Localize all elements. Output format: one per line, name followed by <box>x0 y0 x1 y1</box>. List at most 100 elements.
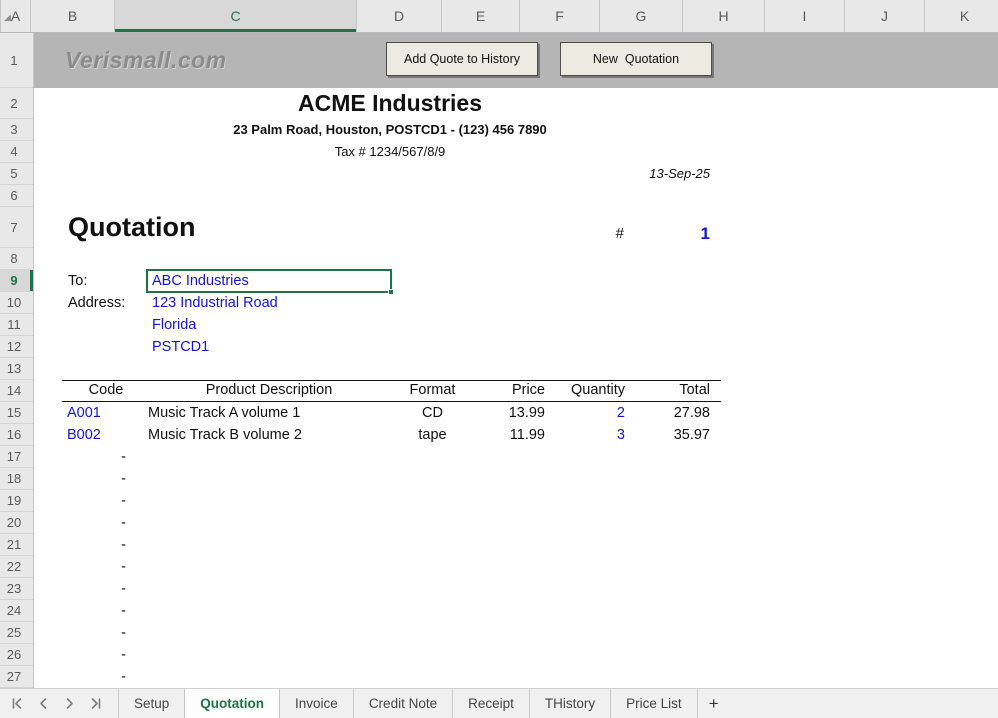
row-header[interactable]: 5 <box>0 163 33 185</box>
table-header-cell[interactable]: Product Description <box>148 381 390 401</box>
column-header[interactable]: D <box>357 0 442 32</box>
sheet-tab[interactable]: THistory <box>530 689 611 718</box>
row-header[interactable]: 10 <box>0 292 33 314</box>
column-header[interactable]: G <box>600 0 683 32</box>
new-quotation-button[interactable]: New Quotation <box>560 42 712 76</box>
row-header[interactable]: 7 <box>0 207 33 248</box>
description-cell[interactable]: Music Track B volume 2 <box>148 424 390 446</box>
total-placeholder-cell[interactable]: - <box>64 446 148 468</box>
first-sheet-icon[interactable] <box>11 697 24 710</box>
row-header[interactable]: 26 <box>0 644 33 666</box>
sheet-tab[interactable]: Invoice <box>280 689 354 718</box>
row-header[interactable]: 24 <box>0 600 33 622</box>
spreadsheet-app: ◢ A B C D E F G H I J K 1 2 <box>0 0 998 718</box>
table-body: A001 Music Track A volume 1 CD 13.99 2 2… <box>62 402 721 446</box>
sheet-tab[interactable]: Credit Note <box>354 689 453 718</box>
description-cell[interactable]: Music Track A volume 1 <box>148 402 390 424</box>
fill-handle[interactable] <box>388 289 394 295</box>
sheet-tab[interactable]: Quotation <box>185 689 280 718</box>
customer-name-cell[interactable]: ABC Industries <box>148 270 398 292</box>
row-header[interactable]: 19 <box>0 490 33 512</box>
select-all-corner[interactable]: ◢ <box>0 0 1 32</box>
row-header[interactable]: 9 <box>0 270 33 292</box>
next-sheet-icon[interactable] <box>63 697 76 710</box>
table-row-empty: - <box>62 446 721 468</box>
column-header[interactable]: F <box>520 0 600 32</box>
sheet-tab[interactable]: Receipt <box>453 689 530 718</box>
total-placeholder-cell[interactable]: - <box>64 622 148 644</box>
sheet-tab[interactable]: Price List <box>611 689 698 718</box>
row-header[interactable]: 16 <box>0 424 33 446</box>
row-header[interactable]: 14 <box>0 380 33 402</box>
column-header[interactable]: I <box>765 0 845 32</box>
total-placeholder-cell[interactable]: - <box>64 534 148 556</box>
column-header[interactable]: J <box>845 0 925 32</box>
row-header[interactable]: 8 <box>0 248 33 270</box>
previous-sheet-icon[interactable] <box>37 697 50 710</box>
sheet-tab[interactable]: Setup <box>119 689 185 718</box>
row-header[interactable]: 6 <box>0 185 33 207</box>
row-header[interactable]: 17 <box>0 446 33 468</box>
total-placeholder-cell[interactable]: - <box>64 512 148 534</box>
price-cell[interactable]: 11.99 <box>475 424 553 446</box>
row-header[interactable]: 11 <box>0 314 33 336</box>
column-header[interactable]: B <box>31 0 115 32</box>
code-cell[interactable]: B002 <box>64 424 148 446</box>
table-row-empty: - <box>62 622 721 644</box>
table-header-cell[interactable]: Price <box>475 381 553 401</box>
quantity-cell[interactable]: 3 <box>553 424 633 446</box>
table-header-cell[interactable]: Code <box>64 381 148 401</box>
table-header-cell[interactable]: Total <box>633 381 716 401</box>
column-header[interactable]: H <box>683 0 765 32</box>
tax-number-cell[interactable]: Tax # 1234/567/8/9 <box>64 141 716 163</box>
format-cell[interactable]: CD <box>390 402 475 424</box>
quantity-cell[interactable]: 2 <box>553 402 633 424</box>
total-placeholder-cell[interactable]: - <box>64 600 148 622</box>
row-header[interactable]: 23 <box>0 578 33 600</box>
column-header[interactable]: E <box>442 0 520 32</box>
row-header[interactable]: 18 <box>0 468 33 490</box>
column-header[interactable]: C <box>115 0 357 32</box>
total-placeholder-cell[interactable]: - <box>64 490 148 512</box>
column-header[interactable]: K <box>925 0 998 32</box>
total-placeholder-cell[interactable]: - <box>64 468 148 490</box>
customer-address2-cell[interactable]: Florida <box>148 314 398 336</box>
row-header[interactable]: 21 <box>0 534 33 556</box>
table-header-cell[interactable]: Format <box>390 381 475 401</box>
row-header[interactable]: 27 <box>0 666 33 688</box>
company-address-cell[interactable]: 23 Palm Road, Houston, POSTCD1 - (123) 4… <box>64 119 716 141</box>
row-header[interactable]: 12 <box>0 336 33 358</box>
last-sheet-icon[interactable] <box>89 697 102 710</box>
row-header[interactable]: 25 <box>0 622 33 644</box>
quote-number-label-cell[interactable]: # <box>553 223 633 245</box>
customer-address1-cell[interactable]: 123 Industrial Road <box>148 292 398 314</box>
total-placeholder-cell[interactable]: - <box>64 666 148 688</box>
row-header[interactable]: 4 <box>0 141 33 163</box>
row-header[interactable]: 22 <box>0 556 33 578</box>
price-cell[interactable]: 13.99 <box>475 402 553 424</box>
quote-number-value-cell[interactable]: 1 <box>633 222 716 246</box>
row-header[interactable]: 1 <box>0 33 33 88</box>
company-name-cell[interactable]: ACME Industries <box>64 88 716 119</box>
customer-address3-cell[interactable]: PSTCD1 <box>148 336 398 358</box>
row-header[interactable]: 3 <box>0 119 33 141</box>
total-placeholder-cell[interactable]: - <box>64 578 148 600</box>
code-cell[interactable]: A001 <box>64 402 148 424</box>
total-placeholder-cell[interactable]: - <box>64 556 148 578</box>
total-cell[interactable]: 27.98 <box>633 402 716 424</box>
row-header[interactable]: 13 <box>0 358 33 380</box>
table-header-cell[interactable]: Quantity <box>553 381 633 401</box>
to-label-cell[interactable]: To: <box>68 270 146 292</box>
row-header[interactable]: 20 <box>0 512 33 534</box>
quotation-title-cell[interactable]: Quotation <box>68 207 195 248</box>
address-label-cell[interactable]: Address: <box>68 292 146 314</box>
add-sheet-button[interactable]: + <box>698 689 730 718</box>
total-cell[interactable]: 35.97 <box>633 424 716 446</box>
date-cell[interactable]: 13-Sep-25 <box>534 163 712 185</box>
format-cell[interactable]: tape <box>390 424 475 446</box>
row-header[interactable]: 2 <box>0 88 33 119</box>
total-placeholder-cell[interactable]: - <box>64 644 148 666</box>
add-quote-to-history-button[interactable]: Add Quote to History <box>386 42 538 76</box>
sheet-nav-buttons <box>0 689 118 718</box>
row-header[interactable]: 15 <box>0 402 33 424</box>
